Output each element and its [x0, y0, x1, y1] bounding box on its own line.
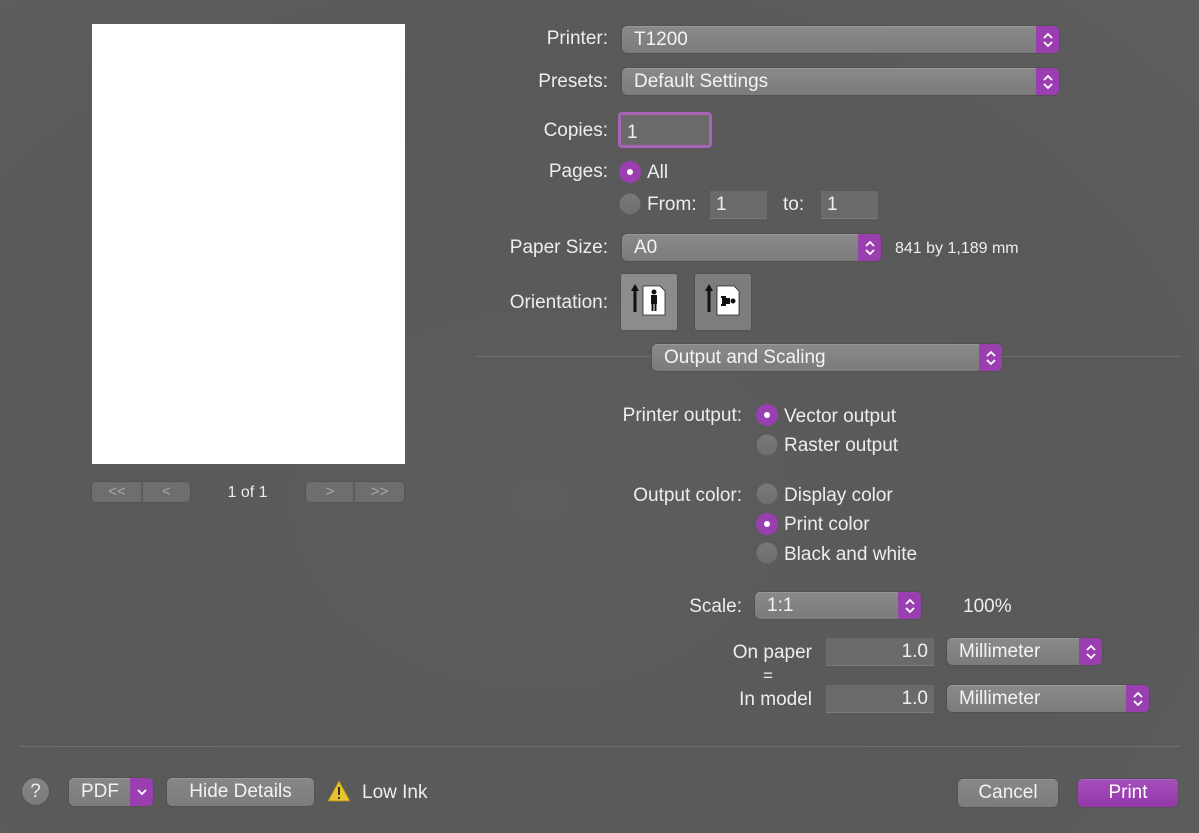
print-color-radio[interactable] [756, 513, 778, 535]
pages-label: Pages: [548, 161, 608, 182]
copies-input[interactable]: 1 [618, 112, 712, 148]
updown-chevron-icon [979, 344, 1002, 371]
portrait-icon [631, 284, 666, 316]
output-color-label: Output color: [633, 485, 742, 506]
chevron-down-icon [130, 778, 153, 806]
display-color-label: Display color [784, 485, 893, 506]
cancel-button[interactable]: Cancel [958, 779, 1058, 807]
footer-divider [20, 746, 1180, 747]
vector-output-radio[interactable] [756, 404, 778, 426]
low-ink-warning: Low Ink [362, 782, 428, 803]
on-paper-input[interactable]: 1.0 [826, 638, 934, 666]
raster-output-label: Raster output [784, 435, 899, 456]
updown-chevron-icon [858, 234, 881, 261]
printer-value: T1200 [634, 29, 688, 50]
copies-label: Copies: [543, 120, 608, 141]
scale-popup[interactable]: 1:1 [755, 592, 921, 619]
print-color-label: Print color [784, 514, 870, 535]
scale-percent: 100% [963, 596, 1012, 617]
orientation-label: Orientation: [509, 292, 608, 313]
on-paper-label: On paper [732, 642, 812, 663]
pages-from-input[interactable]: 1 [710, 191, 767, 219]
raster-output-radio[interactable] [756, 434, 778, 456]
help-button[interactable]: ? [22, 778, 49, 805]
next-page-button[interactable]: > [306, 482, 354, 502]
pdf-label: PDF [81, 781, 119, 802]
landscape-button[interactable] [695, 274, 751, 330]
on-paper-unit-popup[interactable]: Millimeter [947, 638, 1102, 665]
presets-label: Presets: [538, 71, 608, 92]
presets-value: Default Settings [634, 71, 769, 92]
landscape-icon [705, 284, 740, 316]
black-and-white-label: Black and white [784, 544, 918, 565]
first-page-button[interactable]: << [92, 482, 142, 502]
section-popup[interactable]: Output and Scaling [652, 344, 1002, 371]
printer-popup[interactable]: T1200 [622, 26, 1059, 53]
previous-page-button[interactable]: < [142, 482, 190, 502]
updown-chevron-icon [1079, 638, 1102, 665]
black-and-white-radio[interactable] [756, 542, 778, 564]
in-model-input[interactable]: 1.0 [826, 685, 934, 713]
pages-all-radio[interactable] [619, 161, 641, 183]
scale-value: 1:1 [767, 595, 794, 616]
pages-from-radio[interactable] [619, 193, 641, 215]
updown-chevron-icon [1036, 26, 1059, 53]
equals-sign: = [763, 666, 773, 685]
portrait-button[interactable] [621, 274, 677, 330]
printer-output-label: Printer output: [622, 405, 742, 426]
pages-to-input[interactable]: 1 [821, 191, 878, 219]
in-model-unit-value: Millimeter [959, 688, 1041, 709]
in-model-label: In model [739, 689, 812, 710]
on-paper-unit-value: Millimeter [959, 641, 1041, 662]
presets-popup[interactable]: Default Settings [622, 68, 1059, 95]
last-page-button[interactable]: >> [354, 482, 404, 502]
hide-details-button[interactable]: Hide Details [167, 778, 314, 806]
in-model-unit-popup[interactable]: Millimeter [947, 685, 1149, 712]
display-color-radio[interactable] [756, 483, 778, 505]
paper-size-popup[interactable]: A0 [622, 234, 881, 261]
page-preview [92, 24, 405, 464]
paper-dimensions: 841 by 1,189 mm [895, 240, 1019, 257]
pdf-button[interactable]: PDF [69, 778, 153, 806]
updown-chevron-icon [1036, 68, 1059, 95]
warning-icon [327, 780, 351, 802]
paper-size-label: Paper Size: [509, 237, 608, 258]
pages-from-label: From: [647, 194, 697, 215]
paper-size-value: A0 [634, 237, 658, 258]
updown-chevron-icon [1126, 685, 1149, 712]
pages-all-label: All [647, 162, 669, 183]
scale-label: Scale: [689, 596, 742, 617]
page-indicator: 1 of 1 [227, 484, 268, 501]
section-value: Output and Scaling [664, 347, 826, 368]
pages-to-label: to: [783, 194, 805, 215]
print-button[interactable]: Print [1078, 779, 1178, 807]
updown-chevron-icon [898, 592, 921, 619]
vector-output-label: Vector output [784, 406, 896, 427]
printer-label: Printer: [546, 28, 608, 49]
